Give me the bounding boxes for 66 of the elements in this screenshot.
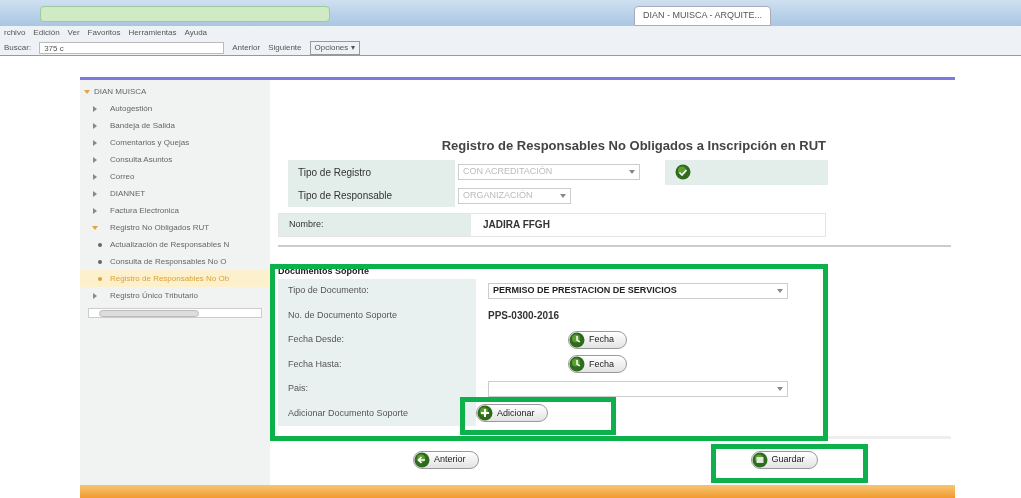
field-label: Tipo de Documento:	[278, 278, 476, 303]
caret-icon[interactable]	[84, 89, 90, 95]
dropdown-caret-icon	[777, 385, 783, 392]
caret-icon[interactable]	[92, 173, 98, 180]
find-bar-button[interactable]: Anterior	[232, 41, 261, 54]
tree-item[interactable]: Consulta Asuntos	[110, 153, 173, 166]
menu-item[interactable]: Herramientas	[128, 27, 177, 39]
find-bar-button[interactable]: Siguiente	[268, 41, 302, 54]
field-label: Nombre:	[279, 213, 471, 236]
caret-icon[interactable]	[92, 156, 98, 163]
menu-item[interactable]: rchivo	[4, 27, 26, 39]
field-label: Fecha Desde:	[278, 327, 476, 352]
menu-item[interactable]: Ver	[67, 27, 80, 39]
field-label: Adicionar Documento Soporte	[278, 401, 476, 426]
date-button[interactable]: Fecha	[568, 355, 627, 374]
field-label: Fecha Hasta:	[278, 352, 476, 377]
find-bar-button[interactable]: Opciones ▾	[309, 40, 360, 55]
tree-item[interactable]: Consulta de Responsables No O	[110, 255, 227, 268]
menu-item[interactable]: Edición	[33, 27, 60, 39]
save-icon	[751, 452, 768, 468]
tree-item[interactable]: Correo	[110, 170, 135, 183]
find-label: Buscar:	[4, 41, 32, 54]
add-button[interactable]: Adicionar	[476, 404, 548, 423]
clock-icon	[569, 356, 585, 373]
select-field[interactable]: PERMISO DE PRESTACION DE SERVICIOS	[488, 282, 788, 299]
field-value: JADIRA FFGH	[482, 218, 550, 232]
horizontal-scrollbar[interactable]	[88, 308, 262, 318]
dropdown-caret-icon	[629, 169, 635, 175]
tree-item[interactable]: Bandeja de Salida	[110, 119, 175, 132]
field-label: No. de Documento Soporte	[278, 303, 476, 328]
caret-icon[interactable]	[92, 207, 98, 214]
caret-icon[interactable]	[92, 122, 98, 129]
caret-icon[interactable]	[92, 105, 98, 112]
bullet-icon	[98, 242, 102, 247]
tree-item[interactable]: DIAN MUISCA	[94, 86, 147, 98]
tree-item[interactable]: Factura Electronica	[110, 204, 179, 217]
tree-item[interactable]: Comentarios y Quejas	[110, 136, 190, 149]
tree-item[interactable]: DIANNET	[110, 187, 146, 200]
dropdown-caret-icon	[777, 287, 783, 294]
find-field[interactable]: 375 c	[39, 41, 225, 54]
date-button[interactable]: Fecha	[568, 330, 627, 349]
field-label: Pais:	[278, 376, 476, 401]
tree-item[interactable]: Registro No Obligados RUT	[110, 221, 210, 234]
check-icon	[675, 164, 691, 180]
tree-item[interactable]: Autogestión	[110, 102, 153, 115]
back-button[interactable]: Anterior	[413, 451, 479, 469]
select-field[interactable]	[488, 380, 788, 397]
browser-tab[interactable]: DIAN - MUISCA - ARQUITE...	[634, 6, 771, 26]
bullet-icon	[98, 259, 102, 264]
form-title: Registro de Responsables No Obligados a Inscripción en RUT	[440, 137, 827, 155]
caret-icon[interactable]	[92, 292, 98, 299]
caret-icon[interactable]	[92, 190, 98, 197]
field-value: PPS-0300-2016	[488, 308, 560, 323]
plus-icon	[477, 405, 493, 422]
save-button[interactable]: Guardar	[750, 451, 818, 469]
bullet-icon	[98, 276, 102, 281]
tree-item[interactable]: Registro Único Tributario	[110, 289, 199, 302]
dropdown-caret-icon	[560, 192, 566, 199]
menu-item[interactable]: Favoritos	[87, 27, 121, 39]
tree-item[interactable]: Actualización de Responsables N	[110, 238, 230, 251]
caret-icon[interactable]	[92, 139, 98, 146]
clock-icon	[569, 331, 585, 348]
menu-item[interactable]: Ayuda	[184, 27, 208, 39]
field-label: Tipo de Responsable	[288, 184, 455, 207]
field-label: Tipo de Registro	[288, 159, 455, 185]
caret-icon[interactable]	[92, 224, 98, 231]
